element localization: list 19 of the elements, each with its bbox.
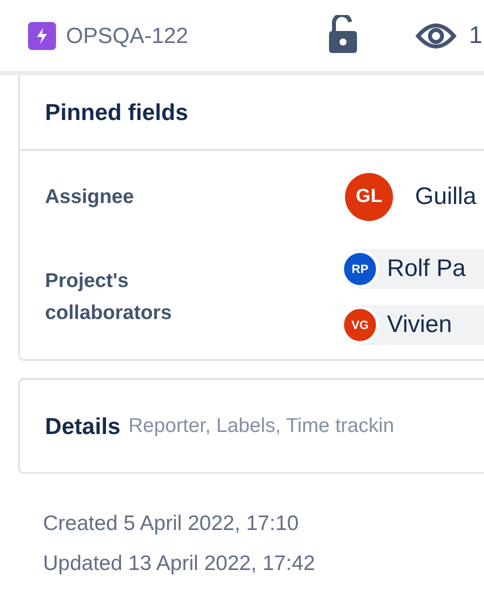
watcher-count: 1 — [469, 22, 482, 50]
avatar: RP — [341, 250, 379, 288]
user-chip[interactable]: RP Rolf Pa — [341, 249, 484, 289]
section-title: Details — [45, 412, 120, 440]
details-summary: Reporter, Labels, Time trackin — [128, 414, 394, 438]
issue-key[interactable]: OPSQA-122 — [66, 22, 188, 48]
user-name[interactable]: Guilla — [415, 183, 476, 211]
user-chip[interactable]: VG Vivien — [341, 305, 484, 345]
details-card[interactable]: Details Reporter, Labels, Time trackin — [18, 378, 484, 474]
eye-icon[interactable] — [415, 20, 457, 50]
avatar: GL — [345, 173, 393, 221]
field-label: Project's collaborators — [45, 269, 173, 326]
lightning-icon — [28, 22, 56, 50]
section-title: Pinned fields — [45, 98, 188, 126]
date-text: Updated 13 April 2022, 17:42 — [43, 552, 316, 576]
date-text: Created 5 April 2022, 17:10 — [43, 512, 300, 536]
unlocked-padlock-icon[interactable] — [328, 14, 358, 52]
field-label: Assignee — [45, 185, 135, 210]
avatar: VG — [341, 306, 379, 344]
